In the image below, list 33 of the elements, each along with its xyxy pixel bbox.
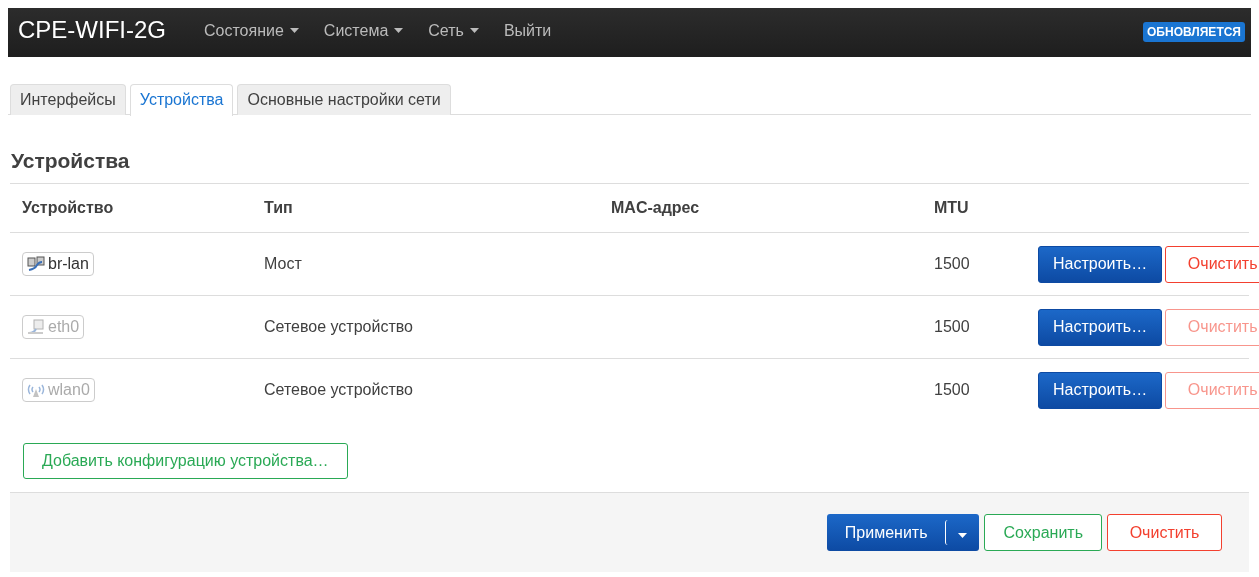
section-title: Устройства [11,149,131,173]
table-cell: 1500 [922,295,1026,359]
tab[interactable]: Основные настройки сети [237,84,451,115]
device-badge: br-lan [22,252,94,276]
reset-button[interactable]: Очистить [1107,514,1222,551]
wireless-signal-icon [27,382,45,398]
network-bridge-icon [27,256,45,272]
caret-icon [394,28,404,33]
column-header: Тип [252,183,599,233]
configure-button[interactable]: Настроить… [1038,245,1163,283]
table-cell: 1500 [922,232,1026,296]
caret-icon [958,532,968,538]
network-port-icon [27,319,45,335]
caret-icon [289,28,299,33]
table-cell: 1500 [922,358,1026,421]
column-header: MTU [922,183,1026,233]
menu-item[interactable]: Сеть [428,21,479,40]
menu-item[interactable]: Состояние [204,21,299,40]
device-badge: eth0 [22,315,85,339]
column-header: MAC-адрес [599,183,922,233]
column-header: Устройство [10,183,252,233]
status-badge: ОБНОВЛЯЕТСЯ [1143,21,1245,42]
table-cell: Сетевое устройство [252,295,599,359]
clear-button[interactable]: Очистить [1165,245,1259,283]
table-cell: Мост [252,232,599,296]
caret-icon [469,28,479,33]
tab[interactable]: Интерфейсы [10,84,126,115]
brand-title[interactable]: CPE-WIFI-2G [18,15,166,44]
device-badge: wlan0 [22,378,95,402]
tab[interactable]: Устройства [129,84,234,116]
menu-item[interactable]: Выйти [503,21,552,40]
table-cell: Сетевое устройство [252,358,599,421]
menu-item[interactable]: Система [323,21,404,40]
